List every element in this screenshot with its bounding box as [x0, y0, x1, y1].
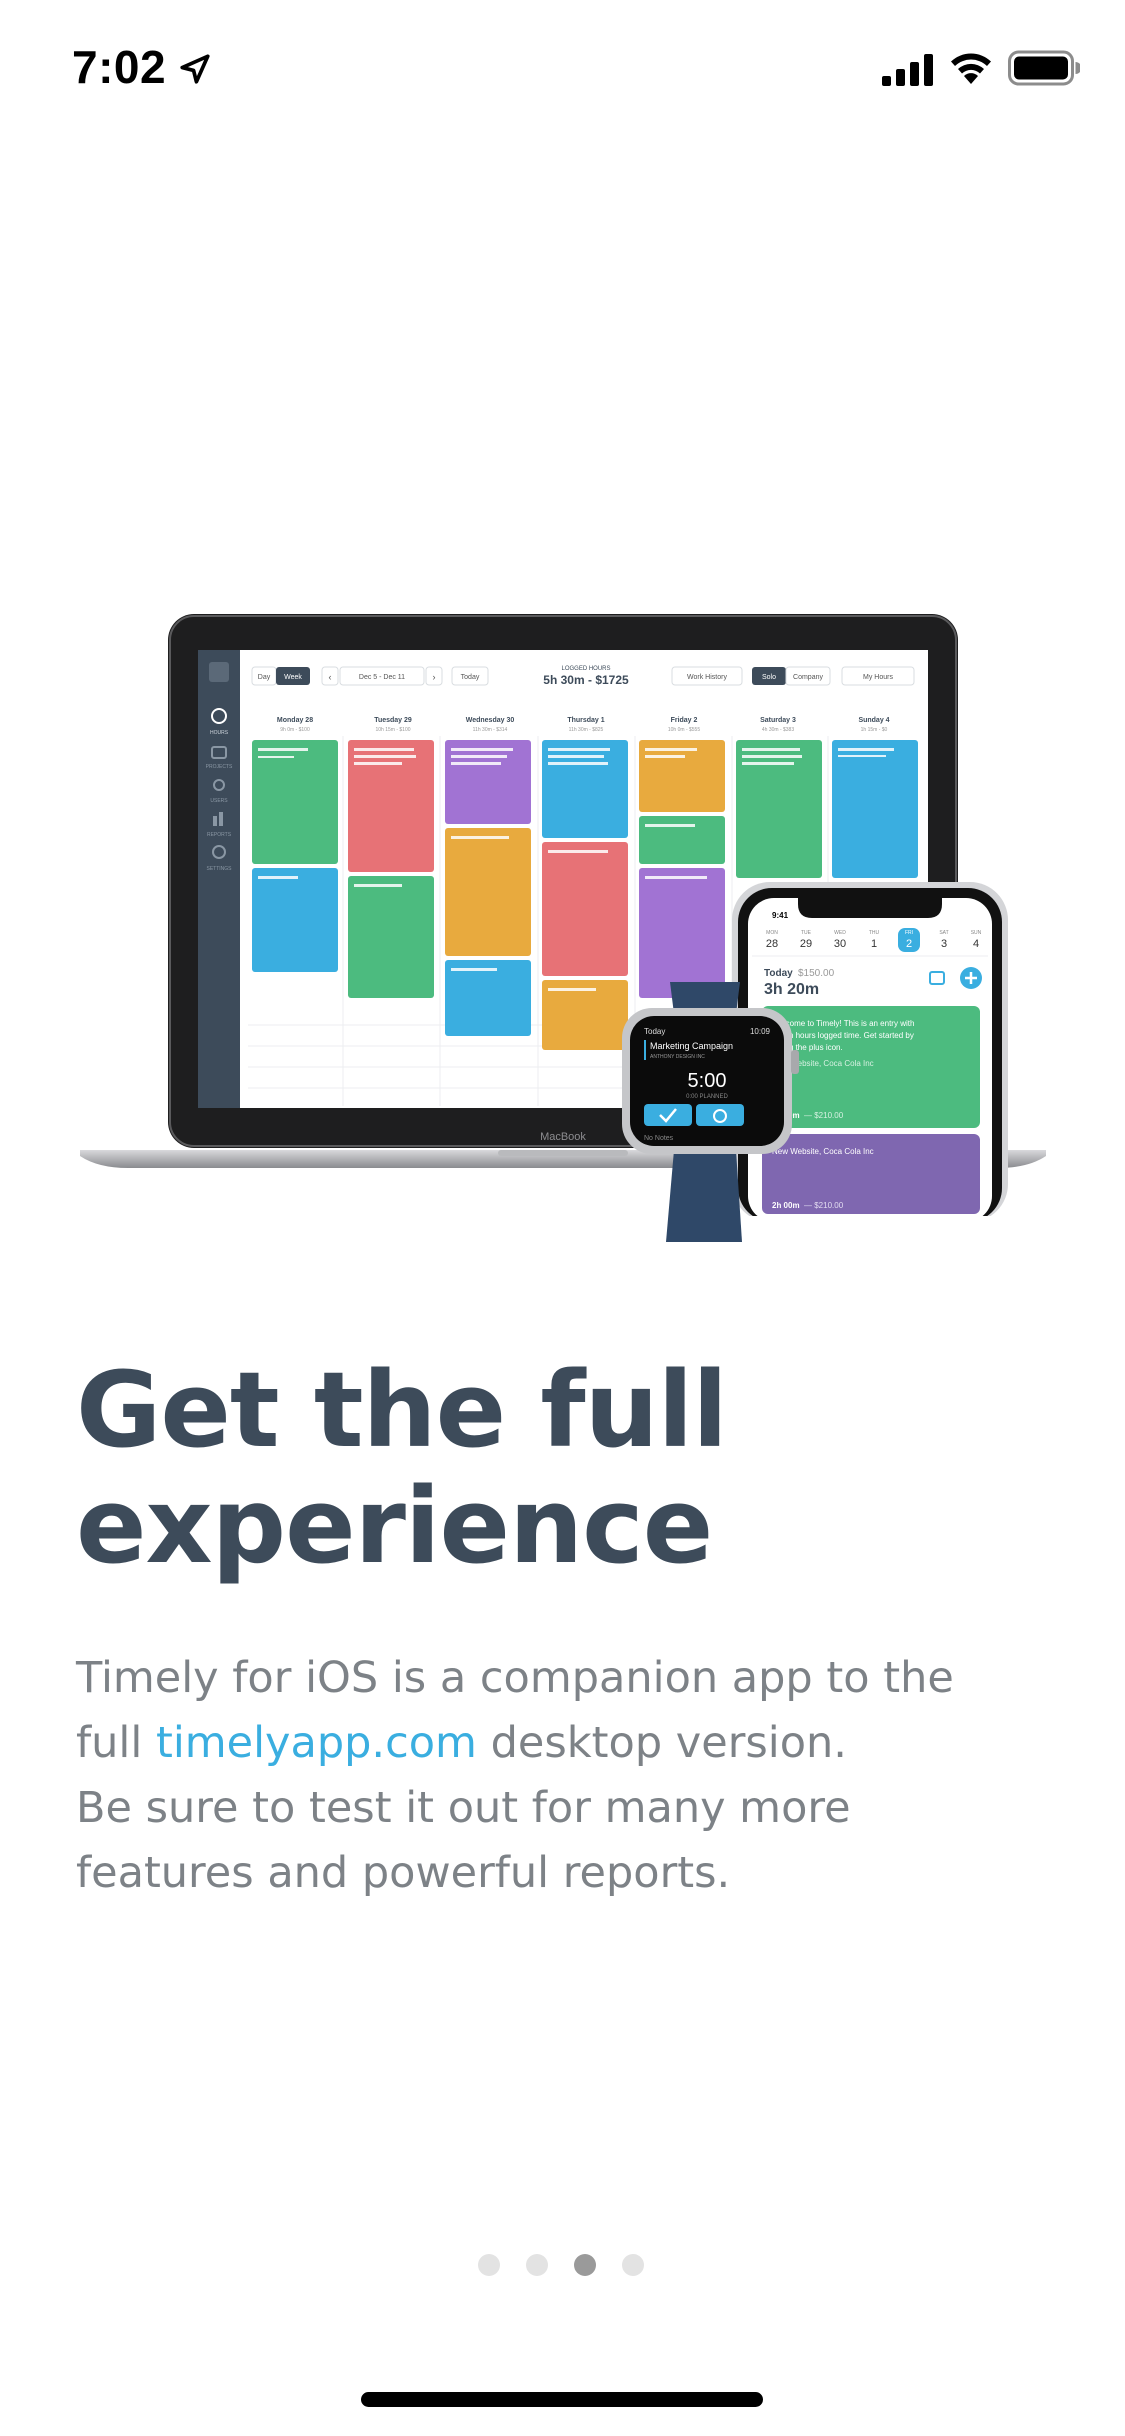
watch-entry-title: Marketing Campaign: [650, 1041, 733, 1051]
page-title-line-2: experience: [76, 1465, 713, 1587]
svg-text:11h 30m - $825: 11h 30m - $825: [569, 727, 604, 733]
svg-text:1h 15m - $0: 1h 15m - $0: [861, 727, 888, 733]
page-dot-4[interactable]: [622, 2254, 644, 2276]
svg-text:›: ›: [433, 672, 436, 682]
svg-text:4h 30m - $383: 4h 30m - $383: [762, 727, 794, 733]
svg-text:10h 15m - $100: 10h 15m - $100: [375, 727, 410, 733]
laptop-sidebar-projects: PROJECTS: [206, 764, 233, 770]
laptop-sidebar-hours: HOURS: [210, 730, 229, 736]
watch-back-label: Today: [644, 1027, 665, 1036]
svg-text:MON: MON: [766, 930, 778, 936]
laptop-week-toggle: Week: [284, 674, 302, 681]
description-line-2: full timelyapp.com desktop version.: [76, 1711, 1056, 1776]
laptop-sidebar-settings: SETTINGS: [206, 866, 232, 872]
svg-text:— $210.00: — $210.00: [804, 1201, 844, 1210]
page-dot-2[interactable]: [526, 2254, 548, 2276]
svg-text:Friday 2: Friday 2: [671, 717, 698, 724]
svg-text:Monday 28: Monday 28: [277, 717, 313, 724]
laptop-solo-toggle: Solo: [762, 674, 776, 681]
laptop-brand-label: MacBook: [540, 1131, 586, 1143]
laptop-my-hours: My Hours: [863, 674, 893, 681]
svg-text:Thursday 1: Thursday 1: [567, 717, 604, 724]
svg-text:FRI: FRI: [905, 930, 913, 936]
svg-text:2h 00m: 2h 00m: [772, 1201, 800, 1210]
laptop-day-toggle: Day: [258, 674, 271, 681]
laptop-logged-total: 5h 30m - $1725: [543, 673, 629, 687]
home-indicator[interactable]: [361, 2392, 763, 2407]
phone-today-amount: $150.00: [798, 968, 835, 979]
page-dot-1[interactable]: [478, 2254, 500, 2276]
svg-text:1: 1: [871, 938, 877, 950]
svg-text:28: 28: [766, 938, 778, 950]
svg-text:30: 30: [834, 938, 846, 950]
svg-text:seven hours logged time. Get s: seven hours logged time. Get started by: [772, 1031, 914, 1040]
watch-time: 10:09: [750, 1027, 771, 1036]
svg-text:— $210.00: — $210.00: [804, 1111, 844, 1120]
status-bar: 7:02: [0, 0, 1125, 132]
description-line-2-prefix: full: [76, 1718, 156, 1768]
description-line-1: Timely for iOS is a companion app to the: [76, 1653, 954, 1703]
svg-text:10h 0m - $555: 10h 0m - $555: [668, 727, 700, 733]
wifi-icon: [951, 53, 991, 84]
timelyapp-link[interactable]: timelyapp.com: [156, 1718, 477, 1768]
svg-text:TUE: TUE: [801, 930, 812, 936]
phone-today-label: Today: [764, 968, 793, 979]
laptop-sidebar-users: USERS: [210, 798, 228, 804]
svg-text:New Website, Coca Cola Inc: New Website, Coca Cola Inc: [772, 1147, 874, 1156]
location-arrow-icon: [180, 54, 210, 84]
page-indicator[interactable]: [478, 2254, 648, 2278]
phone-today-hours: 3h 20m: [764, 981, 819, 998]
devices-illustration: HOURS PROJECTS USERS REPORTS SETTINGS Da…: [80, 614, 1046, 1242]
description: Timely for iOS is a companion app to the…: [76, 1646, 1056, 1906]
laptop-date-range: Dec 5 - Dec 11: [359, 674, 405, 681]
watch-entry-client: ANTHONY DESIGN INC: [650, 1054, 705, 1060]
svg-text:‹: ‹: [329, 672, 332, 682]
watch-planned: 0:00 PLANNED: [686, 1094, 728, 1100]
svg-text:THU: THU: [869, 930, 880, 936]
status-time: 7:02: [72, 41, 167, 93]
svg-text:Sunday 4: Sunday 4: [858, 717, 889, 724]
page-title: Get the full experience: [76, 1352, 1056, 1584]
svg-text:Wednesday 30: Wednesday 30: [466, 717, 515, 724]
cellular-signal-icon: [882, 54, 933, 86]
svg-text:9h 0m - $100: 9h 0m - $100: [280, 727, 310, 733]
page-dot-3-active[interactable]: [574, 2254, 596, 2276]
svg-text:2: 2: [906, 938, 912, 950]
battery-icon: [1008, 50, 1080, 86]
laptop-sidebar-reports: REPORTS: [207, 832, 232, 838]
svg-text:WED: WED: [834, 930, 846, 936]
description-line-2-suffix: desktop version.: [476, 1718, 847, 1768]
svg-text:Tuesday 29: Tuesday 29: [374, 717, 412, 724]
svg-text:SAT: SAT: [939, 930, 948, 936]
watch-notes: No Notes: [644, 1135, 674, 1142]
svg-text:29: 29: [800, 938, 812, 950]
laptop-today-button: Today: [461, 674, 480, 681]
svg-text:3: 3: [941, 938, 947, 950]
watch-timer: 5:00: [688, 1070, 727, 1092]
phone-entry-card-2: New Website, Coca Cola Inc 2h 00m — $210…: [762, 1134, 980, 1214]
svg-text:Welcome to Timely! This is an: Welcome to Timely! This is an entry with: [772, 1019, 914, 1028]
description-line-3: Be sure to test it out for many more: [76, 1783, 851, 1833]
watch-confirm-button: [644, 1104, 692, 1126]
laptop-work-history: Work History: [687, 674, 727, 681]
description-line-4: features and powerful reports.: [76, 1848, 731, 1898]
laptop-company-toggle: Company: [793, 674, 823, 681]
phone-status-time: 9:41: [772, 911, 789, 920]
svg-text:SUN: SUN: [971, 930, 982, 936]
svg-text:11h 30m - $314: 11h 30m - $314: [473, 727, 508, 733]
page-title-line-1: Get the full: [76, 1349, 728, 1471]
svg-text:Saturday 3: Saturday 3: [760, 717, 796, 724]
laptop-sidebar: [198, 650, 240, 1108]
svg-text:4: 4: [973, 938, 979, 950]
laptop-logged-hours-label: LOGGED HOURS: [561, 666, 610, 672]
